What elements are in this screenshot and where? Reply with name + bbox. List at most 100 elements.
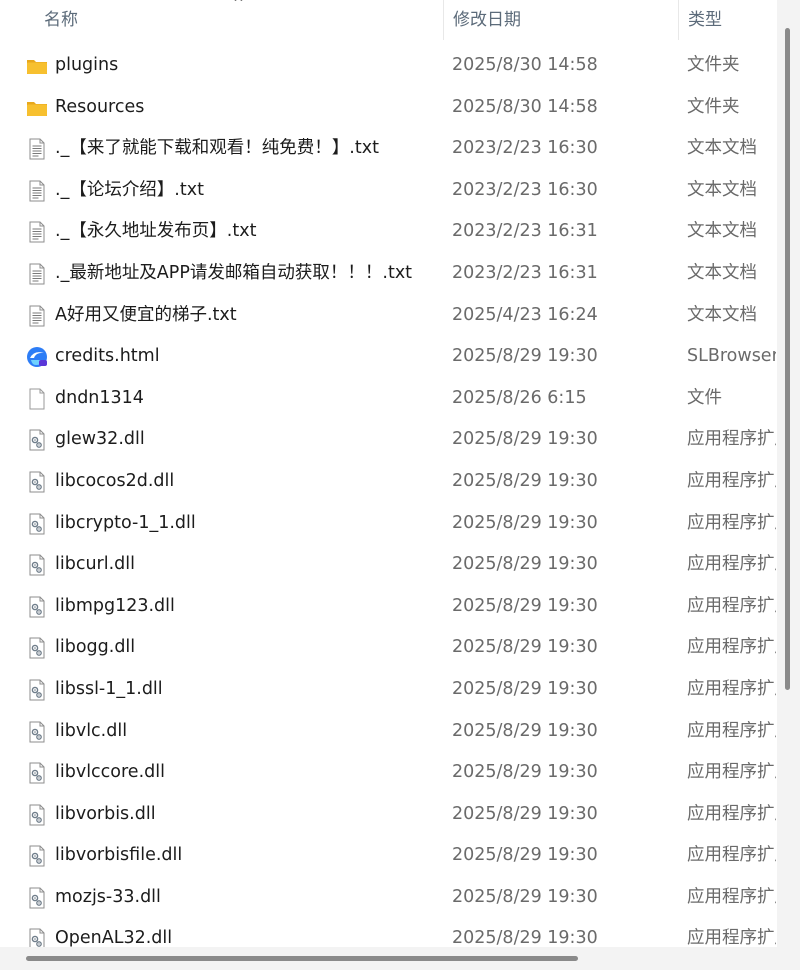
file-name: ._【来了就能下载和观看！纯免费！】.txt bbox=[55, 138, 379, 159]
file-type: 文本文档 bbox=[687, 138, 757, 159]
file-date-modified: 2025/8/29 19:30 bbox=[452, 678, 598, 699]
dll-file-icon bbox=[26, 471, 48, 493]
horizontal-scrollbar[interactable] bbox=[0, 947, 800, 970]
file-row[interactable]: glew32.dll 2025/8/29 19:30 应用程序扩展 bbox=[0, 419, 776, 461]
file-name: libssl-1_1.dll bbox=[55, 678, 163, 699]
file-type: 应用程序扩展 bbox=[687, 512, 776, 533]
dll-file-icon bbox=[26, 554, 48, 576]
file-type: 文件夹 bbox=[687, 96, 740, 117]
file-name: OpenAL32.dll bbox=[55, 928, 173, 947]
file-type: 应用程序扩展 bbox=[687, 928, 776, 947]
file-type: 应用程序扩展 bbox=[687, 554, 776, 575]
file-date-modified: 2025/8/29 19:30 bbox=[452, 720, 598, 741]
file-row[interactable]: A好用又便宜的梯子.txt 2025/4/23 16:24 文本文档 bbox=[0, 295, 776, 337]
file-type: 文本文档 bbox=[687, 179, 757, 200]
vertical-scrollbar[interactable] bbox=[777, 0, 800, 947]
file-date-modified: 2025/8/29 19:30 bbox=[452, 762, 598, 783]
file-row[interactable]: mozjs-33.dll 2025/8/29 19:30 应用程序扩展 bbox=[0, 877, 776, 919]
horizontal-scrollbar-thumb[interactable] bbox=[26, 956, 578, 961]
file-type: 应用程序扩展 bbox=[687, 762, 776, 783]
file-row[interactable]: libvlccore.dll 2025/8/29 19:30 应用程序扩展 bbox=[0, 752, 776, 794]
file-type: 应用程序扩展 bbox=[687, 845, 776, 866]
vertical-scrollbar-thumb[interactable] bbox=[785, 28, 790, 690]
dll-file-icon bbox=[26, 845, 48, 867]
file-date-modified: 2023/2/23 16:31 bbox=[452, 221, 598, 242]
text-document-icon bbox=[26, 180, 48, 202]
column-header-date-modified[interactable]: 修改日期 bbox=[443, 0, 678, 40]
file-row[interactable]: libcocos2d.dll 2025/8/29 19:30 应用程序扩展 bbox=[0, 461, 776, 503]
column-header-type[interactable]: 类型 bbox=[678, 0, 776, 40]
dll-file-icon bbox=[26, 762, 48, 784]
file-name: libcrypto-1_1.dll bbox=[55, 512, 196, 533]
file-type: 应用程序扩展 bbox=[687, 470, 776, 491]
file-date-modified: 2025/8/29 19:30 bbox=[452, 429, 598, 450]
file-row[interactable]: libvorbisfile.dll 2025/8/29 19:30 应用程序扩展 bbox=[0, 835, 776, 877]
file-row[interactable]: plugins 2025/8/30 14:58 文件夹 bbox=[0, 45, 776, 87]
file-type: 应用程序扩展 bbox=[687, 429, 776, 450]
file-type: 文本文档 bbox=[687, 221, 757, 242]
file-date-modified: 2025/8/29 19:30 bbox=[452, 554, 598, 575]
file-date-modified: 2025/4/23 16:24 bbox=[452, 304, 598, 325]
dll-file-icon bbox=[26, 721, 48, 743]
file-date-modified: 2025/8/29 19:30 bbox=[452, 886, 598, 907]
dll-file-icon bbox=[26, 429, 48, 451]
file-date-modified: 2025/8/29 19:30 bbox=[452, 346, 598, 367]
file-name: libvlccore.dll bbox=[55, 762, 165, 783]
file-date-modified: 2025/8/29 19:30 bbox=[452, 470, 598, 491]
file-type: 应用程序扩展 bbox=[687, 886, 776, 907]
file-type: 应用程序扩展 bbox=[687, 803, 776, 824]
file-date-modified: 2025/8/29 19:30 bbox=[452, 845, 598, 866]
file-row[interactable]: Resources 2025/8/30 14:58 文件夹 bbox=[0, 87, 776, 129]
folder-icon bbox=[26, 97, 48, 119]
blank-file-icon bbox=[26, 388, 48, 410]
dll-file-icon bbox=[26, 804, 48, 826]
file-name: libcocos2d.dll bbox=[55, 470, 175, 491]
file-date-modified: 2025/8/29 19:30 bbox=[452, 803, 598, 824]
file-date-modified: 2023/2/23 16:30 bbox=[452, 138, 598, 159]
file-row[interactable]: ._【永久地址发布页】.txt 2023/2/23 16:31 文本文档 bbox=[0, 211, 776, 253]
file-row[interactable]: libcrypto-1_1.dll 2025/8/29 19:30 应用程序扩展 bbox=[0, 503, 776, 545]
file-row[interactable]: ._最新地址及APP请发邮箱自动获取！！！.txt 2023/2/23 16:31… bbox=[0, 253, 776, 295]
file-type: 文件夹 bbox=[687, 55, 740, 75]
dll-file-icon bbox=[26, 887, 48, 909]
file-row[interactable]: dndn1314 2025/8/26 6:15 文件 bbox=[0, 378, 776, 420]
file-row[interactable]: libvorbis.dll 2025/8/29 19:30 应用程序扩展 bbox=[0, 794, 776, 836]
file-type: 文本文档 bbox=[687, 262, 757, 283]
file-row[interactable]: ._【来了就能下载和观看！纯免费！】.txt 2023/2/23 16:30 文本文… bbox=[0, 128, 776, 170]
file-type: 应用程序扩展 bbox=[687, 637, 776, 658]
file-date-modified: 2025/8/29 19:30 bbox=[452, 595, 598, 616]
text-document-icon bbox=[26, 221, 48, 243]
file-type: SLBrowser bbox=[687, 346, 776, 367]
column-header-name[interactable]: 名称 bbox=[0, 0, 443, 40]
file-date-modified: 2025/8/29 19:30 bbox=[452, 512, 598, 533]
file-type: 应用程序扩展 bbox=[687, 678, 776, 699]
file-row[interactable]: OpenAL32.dll 2025/8/29 19:30 应用程序扩展 bbox=[0, 918, 776, 947]
file-name: libvlc.dll bbox=[55, 720, 128, 741]
file-row[interactable]: libogg.dll 2025/8/29 19:30 应用程序扩展 bbox=[0, 627, 776, 669]
file-row[interactable]: ._【论坛介绍】.txt 2023/2/23 16:30 文本文档 bbox=[0, 170, 776, 212]
file-date-modified: 2025/8/30 14:58 bbox=[452, 55, 598, 75]
file-row[interactable]: libvlc.dll 2025/8/29 19:30 应用程序扩展 bbox=[0, 711, 776, 753]
dll-file-icon bbox=[26, 513, 48, 535]
file-explorer-list: ^ 名称 修改日期 类型 plugins 2025/8/30 14:58 文件夹 Re… bbox=[0, 0, 800, 970]
dll-file-icon bbox=[26, 596, 48, 618]
text-document-icon bbox=[26, 305, 48, 327]
file-date-modified: 2023/2/23 16:31 bbox=[452, 262, 598, 283]
file-type: 应用程序扩展 bbox=[687, 595, 776, 616]
file-row[interactable]: libcurl.dll 2025/8/29 19:30 应用程序扩展 bbox=[0, 544, 776, 586]
file-name: dndn1314 bbox=[55, 387, 144, 408]
file-name: A好用又便宜的梯子.txt bbox=[55, 304, 237, 325]
file-name: ._最新地址及APP请发邮箱自动获取！！！.txt bbox=[55, 262, 413, 283]
file-name: plugins bbox=[55, 55, 119, 75]
file-row[interactable]: libmpg123.dll 2025/8/29 19:30 应用程序扩展 bbox=[0, 586, 776, 628]
file-type: 文本文档 bbox=[687, 304, 757, 325]
file-date-modified: 2023/2/23 16:30 bbox=[452, 179, 598, 200]
file-name: libogg.dll bbox=[55, 637, 136, 658]
file-row[interactable]: credits.html 2025/8/29 19:30 SLBrowser bbox=[0, 336, 776, 378]
text-document-icon bbox=[26, 138, 48, 160]
file-name: ._【论坛介绍】.txt bbox=[55, 179, 204, 200]
dll-file-icon bbox=[26, 637, 48, 659]
file-name: glew32.dll bbox=[55, 429, 145, 450]
file-row[interactable]: libssl-1_1.dll 2025/8/29 19:30 应用程序扩展 bbox=[0, 669, 776, 711]
file-date-modified: 2025/8/29 19:30 bbox=[452, 928, 598, 947]
